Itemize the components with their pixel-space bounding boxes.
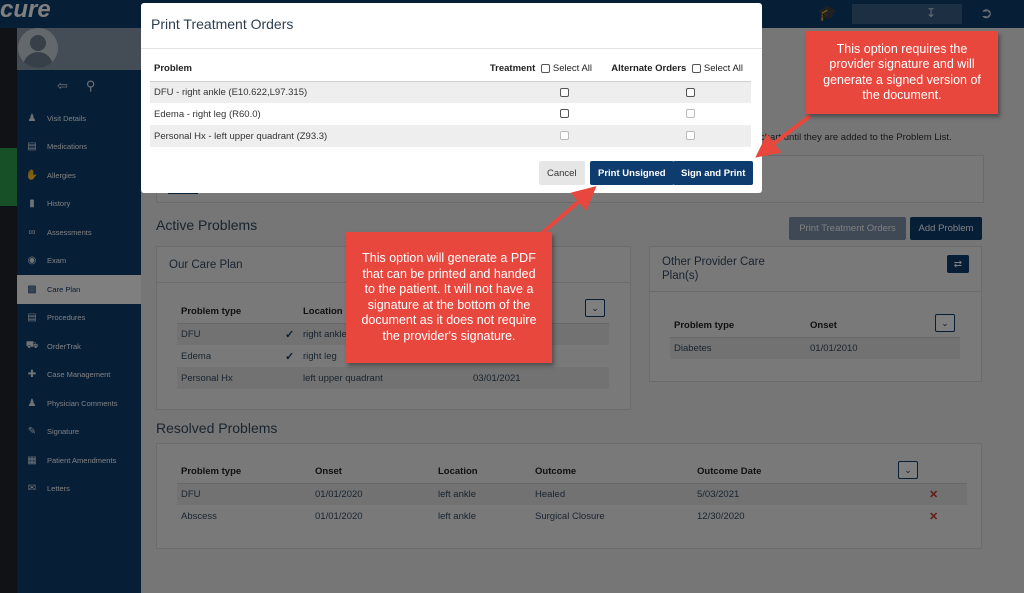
sign-callout-arrow bbox=[755, 114, 812, 158]
print-unsigned-callout: This option will generate a PDF that can… bbox=[346, 232, 552, 363]
unsigned-callout-arrow bbox=[538, 186, 597, 237]
sign-and-print-callout: This option requires the provider signat… bbox=[806, 31, 998, 114]
